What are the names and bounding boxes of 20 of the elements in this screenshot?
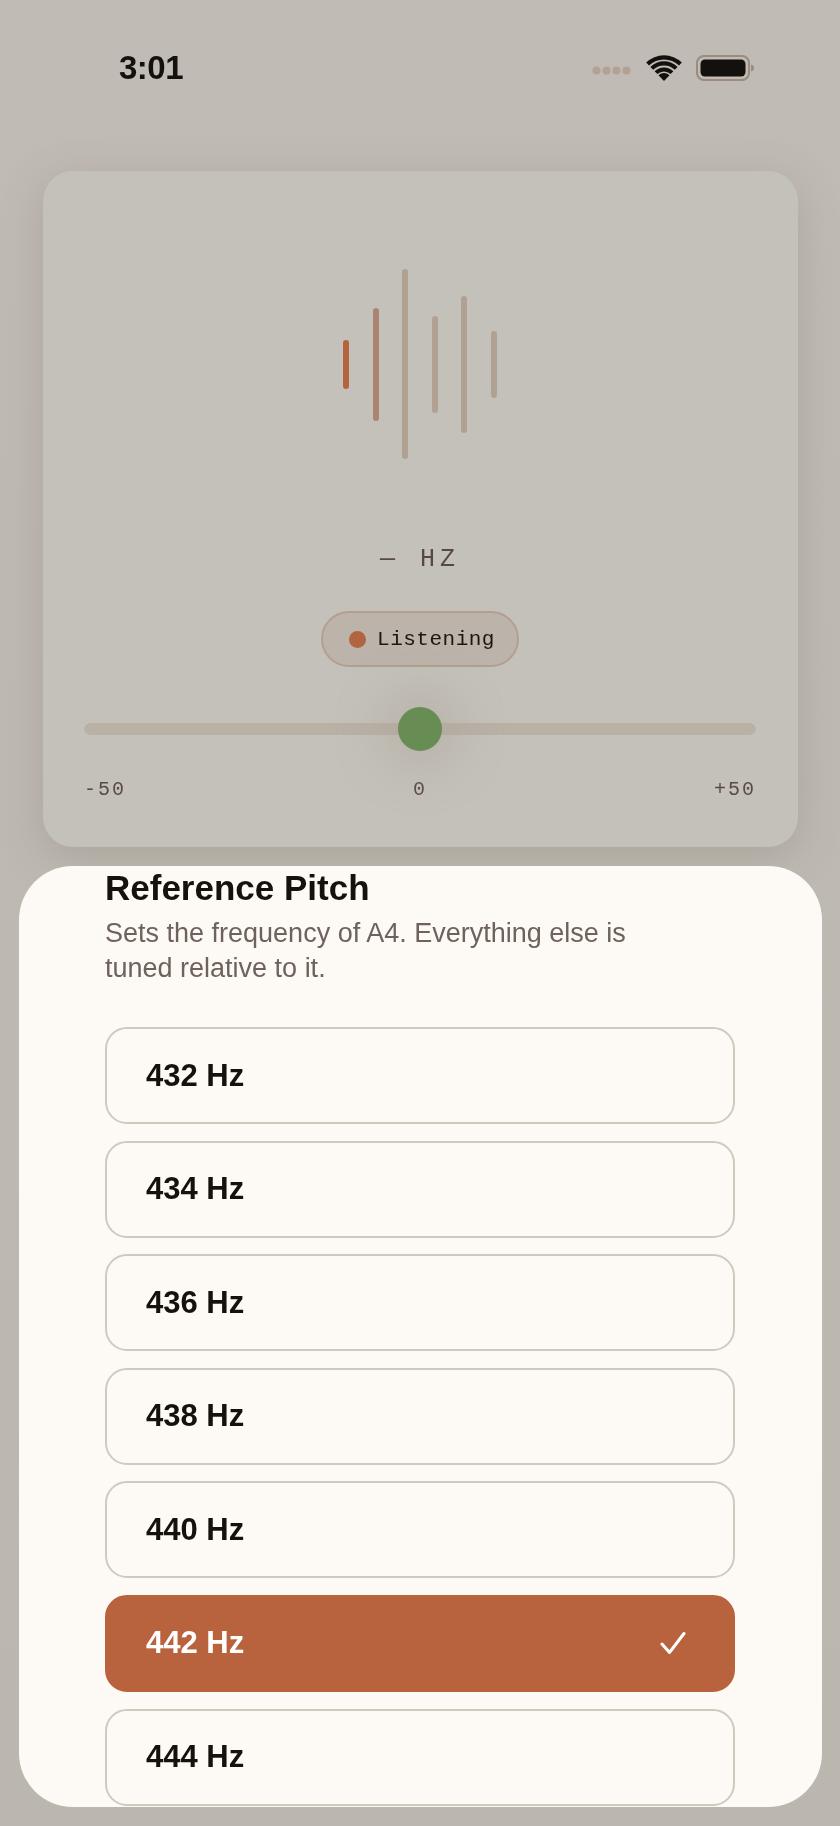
status-time: 3:01 [119, 48, 184, 88]
pitch-option[interactable]: 442 Hz [105, 1594, 735, 1692]
pitch-option[interactable]: 444 Hz [105, 1708, 735, 1806]
scale-label: +50 [713, 778, 756, 802]
signal-icon [592, 65, 632, 75]
sheet-title: Reference Pitch [105, 868, 371, 908]
battery-icon [696, 55, 754, 81]
pitch-option[interactable]: 440 Hz [105, 1481, 735, 1579]
pitch-option[interactable]: 432 Hz [105, 1027, 735, 1124]
frequency-reading: — HZ [380, 545, 460, 575]
wifi-icon [646, 55, 682, 81]
scale-label: -50 [84, 778, 126, 802]
scale-label: 0 [413, 778, 427, 802]
check-icon [660, 1631, 686, 1656]
status-label: Listening [377, 627, 495, 651]
pitch-option[interactable]: 436 Hz [105, 1254, 735, 1352]
status-dot-icon [349, 630, 367, 648]
pitch-option[interactable]: 438 Hz [105, 1367, 735, 1465]
pitch-option[interactable]: 434 Hz [105, 1140, 735, 1238]
sheet-description: Sets the frequency of A4. Everything else is tuned relative to it. [105, 917, 627, 985]
